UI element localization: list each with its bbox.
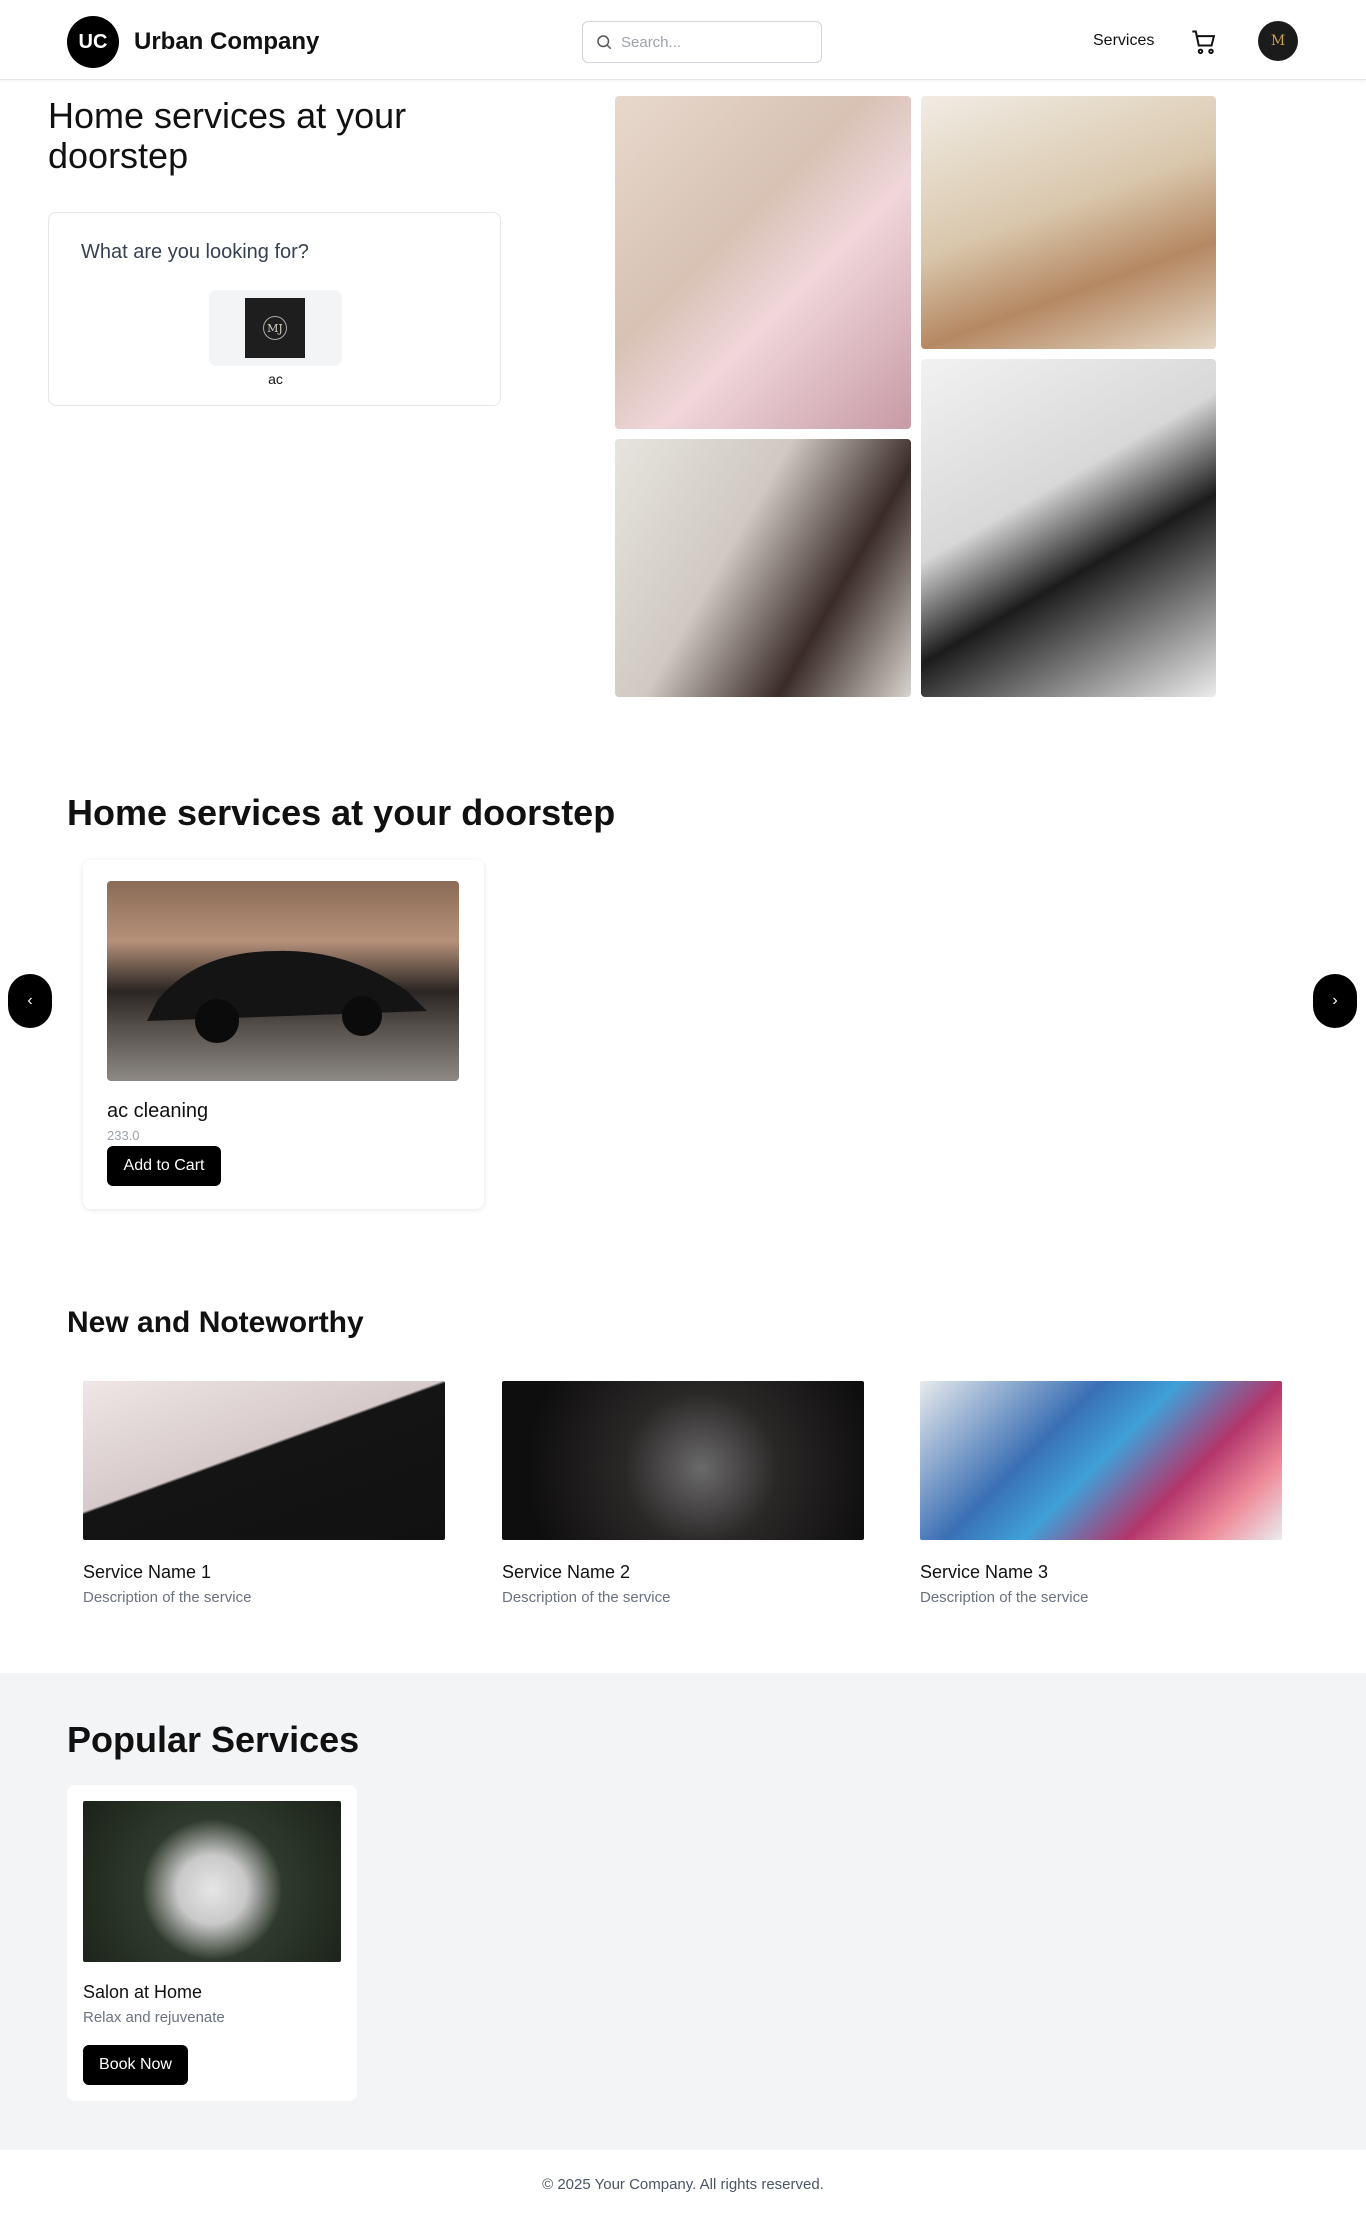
section-title-noteworthy: New and Noteworthy [67, 1306, 364, 1339]
category-thumbnail: MJ [245, 298, 305, 358]
noteworthy-name-1[interactable]: Service Name 1 [83, 1562, 211, 1583]
hero-title: Home services at your doorstep [48, 95, 407, 176]
hero-image-beauty [615, 96, 911, 429]
service-lookup-card: What are you looking for? MJ ac [48, 212, 501, 406]
noteworthy-name-3[interactable]: Service Name 3 [920, 1562, 1048, 1583]
noteworthy-name-2[interactable]: Service Name 2 [502, 1562, 630, 1583]
noteworthy-image-3[interactable] [920, 1381, 1282, 1540]
popular-service-image [83, 1801, 341, 1962]
carousel-next-button[interactable]: › [1313, 974, 1357, 1028]
service-name: ac cleaning [107, 1100, 209, 1122]
noteworthy-image-2[interactable] [502, 1381, 864, 1540]
logo-badge[interactable]: UC [67, 16, 119, 68]
category-thumbnail-mark: MJ [263, 316, 287, 340]
popular-service-card[interactable]: Salon at Home Relax and rejuvenate Book … [67, 1785, 357, 2101]
hero-image-ac-service [921, 359, 1216, 697]
book-now-button[interactable]: Book Now [83, 2045, 188, 2085]
carousel-prev-button[interactable]: ‹ [8, 974, 52, 1028]
lookup-title: What are you looking for? [81, 241, 309, 263]
user-avatar[interactable]: M [1258, 21, 1298, 61]
popular-service-description: Relax and rejuvenate [83, 2009, 225, 2026]
copyright-text: © 2025 Your Company. All rights reserved… [542, 2176, 824, 2193]
section-title-popular: Popular Services [67, 1719, 360, 1760]
nav-link-services[interactable]: Services [1093, 32, 1154, 50]
cart-icon[interactable] [1190, 28, 1218, 56]
hero-image-kitchen-repair [615, 439, 911, 697]
noteworthy-image-1[interactable] [83, 1381, 445, 1540]
noteworthy-description-1: Description of the service [83, 1589, 252, 1606]
service-price: 233.0 [107, 1128, 140, 1143]
service-card[interactable]: ac cleaning 233.0 Add to Cart [83, 860, 484, 1209]
brand-name[interactable]: Urban Company [134, 28, 319, 56]
section-title-doorstep: Home services at your doorstep [67, 792, 616, 833]
search-input[interactable] [621, 33, 801, 51]
search-icon [597, 35, 612, 50]
top-navbar: UC Urban Company Services M [0, 0, 1366, 80]
category-label[interactable]: ac [49, 371, 502, 387]
add-to-cart-button[interactable]: Add to Cart [107, 1146, 221, 1186]
noteworthy-description-3: Description of the service [920, 1589, 1089, 1606]
hero-image-massage [921, 96, 1216, 349]
search-box[interactable] [582, 21, 822, 63]
popular-service-name: Salon at Home [83, 1982, 203, 2002]
noteworthy-description-2: Description of the service [502, 1589, 671, 1606]
car-illustration [147, 950, 427, 1043]
footer: © 2025 Your Company. All rights reserved… [0, 2150, 1366, 2221]
service-image [107, 881, 459, 1081]
category-tile-ac[interactable]: MJ [209, 290, 342, 366]
